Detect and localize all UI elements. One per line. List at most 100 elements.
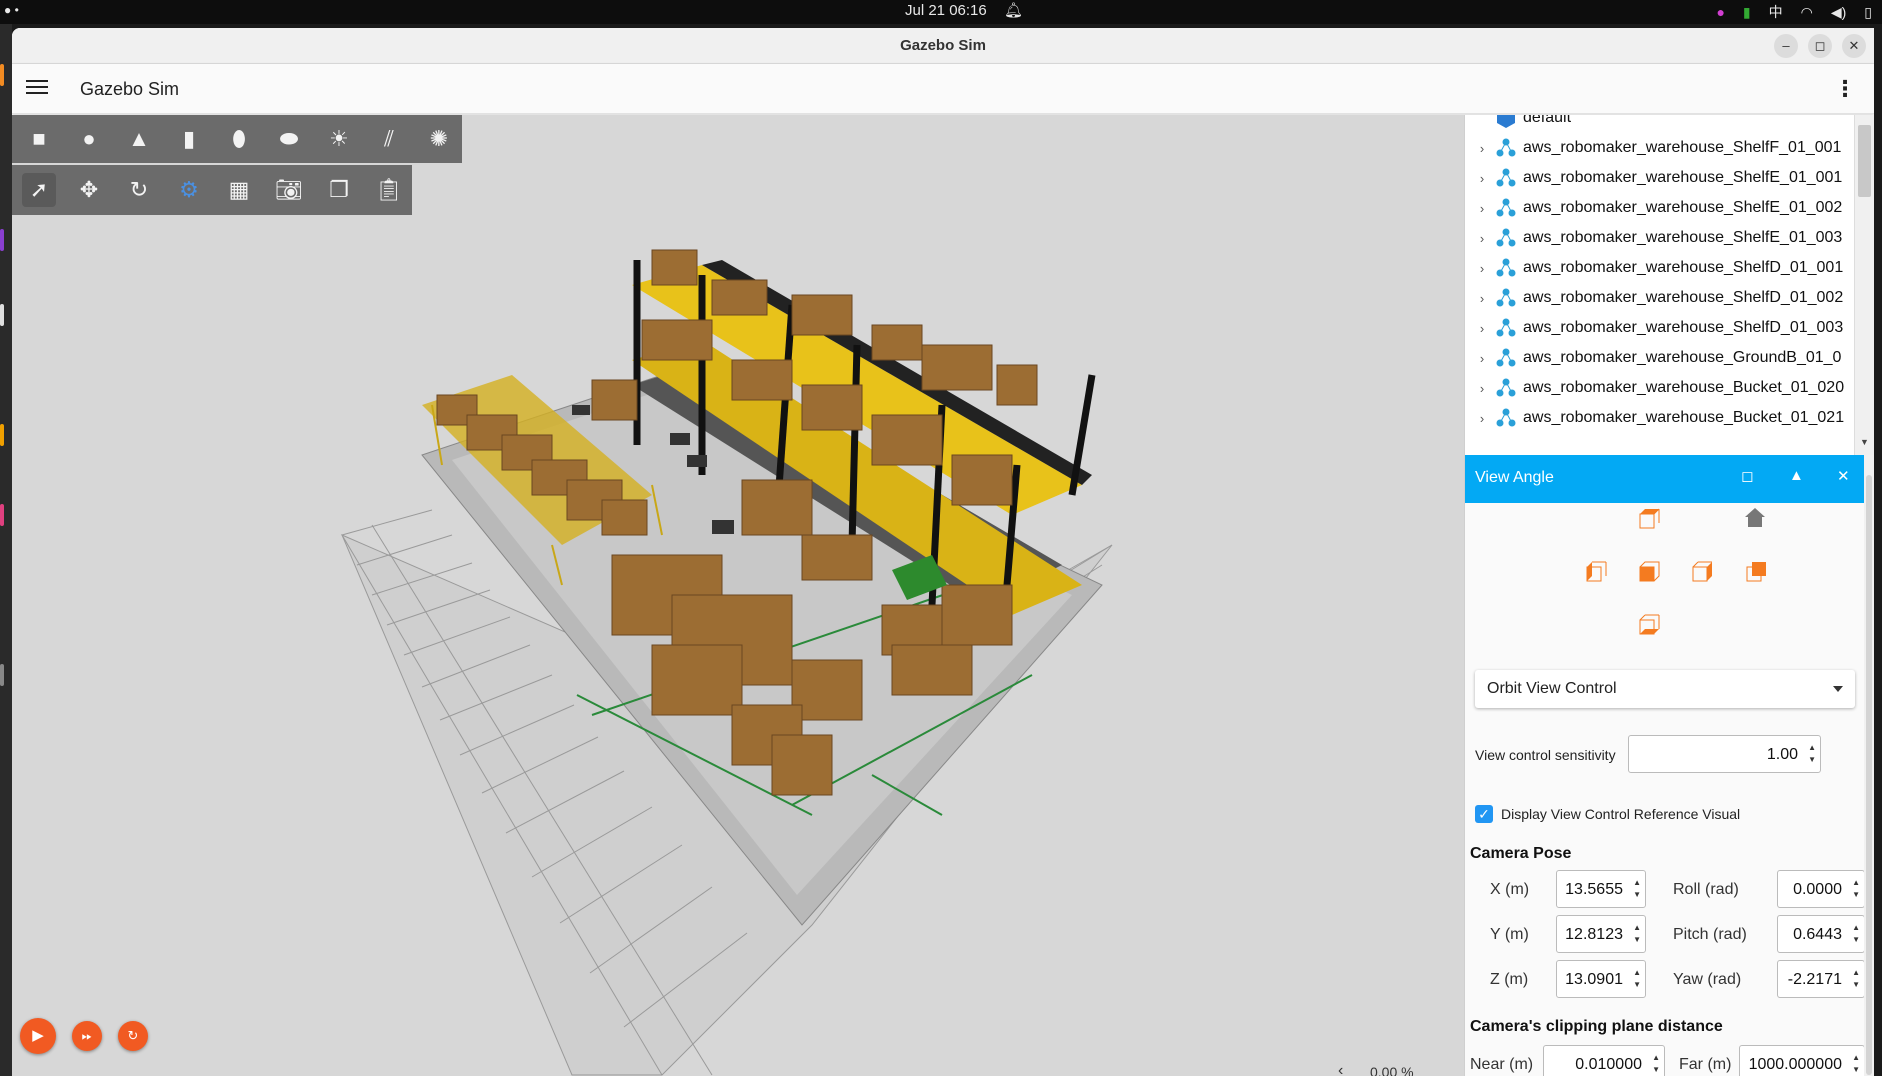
y-input[interactable]: 12.8123 ▲ ▼ bbox=[1556, 915, 1646, 953]
tree-item[interactable]: › aws_robomaker_warehouse_ShelfD_01_001 bbox=[1465, 253, 1843, 283]
tree-item[interactable]: › aws_robomaker_warehouse_ShelfD_01_002 bbox=[1465, 283, 1843, 313]
spin-arrows-icon[interactable]: ▲ ▼ bbox=[1808, 742, 1816, 766]
window-titlebar[interactable]: Gazebo Sim – ◻ ✕ bbox=[12, 28, 1874, 64]
play-button[interactable]: ▶ bbox=[20, 1018, 56, 1054]
sensitivity-value: 1.00 bbox=[1766, 746, 1798, 763]
ellipsoid-icon[interactable]: ⬬ bbox=[272, 122, 306, 156]
hamburger-menu-icon[interactable] bbox=[26, 76, 48, 98]
select-arrow-icon[interactable]: ➚ bbox=[22, 173, 56, 207]
tree-item[interactable]: › aws_robomaker_warehouse_ShelfF_01_001 bbox=[1465, 133, 1841, 163]
reset-button[interactable]: ↻ bbox=[118, 1021, 148, 1051]
collapse-panel-icon[interactable]: ▲ bbox=[1789, 467, 1804, 484]
app-indicator-icon[interactable]: ● bbox=[1716, 4, 1724, 20]
rotate-icon[interactable]: ↻ bbox=[122, 173, 156, 207]
entity-tree[interactable]: default › aws_robomaker_warehouse_ShelfF_0… bbox=[1465, 115, 1874, 455]
expand-chevron-icon[interactable]: › bbox=[1473, 411, 1491, 426]
tree-item[interactable]: › aws_robomaker_warehouse_ShelfE_01_003 bbox=[1465, 223, 1842, 253]
tree-item[interactable]: default bbox=[1465, 115, 1571, 133]
pitch-label: Pitch (rad) bbox=[1673, 926, 1747, 943]
z-input[interactable]: 13.0901 ▲ ▼ bbox=[1556, 960, 1646, 998]
volume-icon[interactable]: ◀) bbox=[1831, 4, 1846, 21]
more-options-icon[interactable]: ⋮ bbox=[1834, 76, 1856, 102]
expand-chevron-icon[interactable]: › bbox=[1473, 351, 1491, 366]
system-tray[interactable]: ● ▮ 中 ◠ ◀) ▯ bbox=[1716, 2, 1872, 22]
screenshot-icon[interactable]: 📷︎ bbox=[272, 173, 306, 207]
sphere-icon[interactable]: ● bbox=[72, 122, 106, 156]
view-right-icon[interactable] bbox=[1688, 558, 1714, 584]
directional-light-icon[interactable]: ⫽ bbox=[372, 122, 406, 156]
dock-app-indicator[interactable] bbox=[0, 664, 4, 686]
expand-chevron-icon[interactable]: › bbox=[1473, 321, 1491, 336]
system-clock[interactable]: Jul 21 06:16 bbox=[905, 2, 987, 19]
cone-icon[interactable]: ▲ bbox=[122, 122, 156, 156]
panel-scrollbar[interactable] bbox=[1864, 455, 1874, 1076]
reference-visual-checkbox[interactable]: ✓ bbox=[1475, 805, 1493, 823]
notification-icon[interactable]: 🔔︎ bbox=[1004, 1, 1023, 19]
input-method[interactable]: 中 bbox=[1769, 2, 1783, 22]
far-input[interactable]: 1000.000000 ▲ ▼ bbox=[1739, 1045, 1865, 1076]
entity-tree-scrollbar[interactable]: ▼ bbox=[1854, 115, 1874, 455]
transform-icon[interactable]: ⚙ bbox=[172, 173, 206, 207]
pitch-input[interactable]: 0.6443 ▲ ▼ bbox=[1777, 915, 1865, 953]
view-control-dropdown[interactable]: Orbit View Control bbox=[1475, 670, 1855, 708]
minimize-button[interactable]: – bbox=[1774, 34, 1798, 58]
near-input[interactable]: 0.010000 ▲ ▼ bbox=[1543, 1045, 1665, 1076]
tree-item[interactable]: › aws_robomaker_warehouse_Bucket_01_020 bbox=[1465, 373, 1844, 403]
expand-chevron-icon[interactable]: › bbox=[1473, 261, 1491, 276]
step-button[interactable]: ⏩︎ bbox=[72, 1021, 102, 1051]
tree-item[interactable]: › aws_robomaker_warehouse_GroundB_01_0 bbox=[1465, 343, 1841, 373]
dock-app-indicator[interactable] bbox=[0, 304, 4, 326]
model-icon bbox=[1496, 348, 1516, 367]
expand-chevron-icon[interactable]: › bbox=[1473, 291, 1491, 306]
view-angle-header[interactable]: View Angle ◻ ▲ ✕ bbox=[1465, 455, 1865, 503]
sun-light-icon[interactable]: ☀ bbox=[322, 122, 356, 156]
dock-app-indicator[interactable] bbox=[0, 64, 4, 86]
tree-item[interactable]: › aws_robomaker_warehouse_ShelfE_01_001 bbox=[1465, 163, 1842, 193]
translate-icon[interactable]: ✥ bbox=[72, 173, 106, 207]
close-button[interactable]: ✕ bbox=[1842, 34, 1866, 58]
spot-light-icon[interactable]: ✺ bbox=[422, 122, 456, 156]
tree-item[interactable]: › aws_robomaker_warehouse_ShelfD_01_003 bbox=[1465, 313, 1843, 343]
dock-app-indicator[interactable] bbox=[0, 229, 4, 251]
roll-value: 0.0000 bbox=[1793, 881, 1842, 898]
yaw-input[interactable]: -2.2171 ▲ ▼ bbox=[1777, 960, 1865, 998]
grid-icon[interactable]: ▦ bbox=[222, 173, 256, 207]
near-value: 0.010000 bbox=[1575, 1056, 1642, 1073]
expand-chevron-icon[interactable]: › bbox=[1473, 381, 1491, 396]
gazebo-window: Gazebo Sim – ◻ ✕ Gazebo Sim ⋮ ■ ● ▲ ▮ ⬮ … bbox=[12, 28, 1874, 1076]
battery-icon[interactable]: ▯ bbox=[1864, 4, 1872, 21]
x-input[interactable]: 13.5655 ▲ ▼ bbox=[1556, 870, 1646, 908]
cylinder-icon[interactable]: ▮ bbox=[172, 122, 206, 156]
view-front-icon[interactable] bbox=[1635, 558, 1661, 584]
close-panel-icon[interactable]: ✕ bbox=[1837, 467, 1850, 485]
signal-icon[interactable]: ▮ bbox=[1743, 4, 1751, 21]
tree-item[interactable]: › aws_robomaker_warehouse_Bucket_01_021 bbox=[1465, 403, 1844, 433]
scene-3d-viewport[interactable]: ■ ● ▲ ▮ ⬮ ⬬ ☀ ⫽ ✺ ➚ ✥ ↻ ⚙ ▦ 📷︎ ❐ 📋︎ ▶ ⏩︎… bbox=[12, 115, 1464, 1076]
roll-input[interactable]: 0.0000 ▲ ▼ bbox=[1777, 870, 1865, 908]
scroll-down-icon[interactable]: ▼ bbox=[1860, 437, 1869, 447]
capsule-icon[interactable]: ⬮ bbox=[222, 122, 256, 156]
home-view-icon[interactable] bbox=[1742, 505, 1768, 531]
wifi-icon[interactable]: ◠ bbox=[1801, 4, 1813, 21]
view-left-icon[interactable] bbox=[1582, 558, 1608, 584]
view-top-icon[interactable] bbox=[1635, 505, 1661, 531]
expand-chevron-icon[interactable]: › bbox=[1473, 201, 1491, 216]
workspace-indicator[interactable]: ● • bbox=[4, 3, 19, 17]
float-panel-icon[interactable]: ◻ bbox=[1741, 467, 1753, 485]
collapse-stats-icon[interactable]: ‹ bbox=[1338, 1062, 1343, 1076]
tree-item[interactable]: › aws_robomaker_warehouse_ShelfE_01_002 bbox=[1465, 193, 1842, 223]
maximize-button[interactable]: ◻ bbox=[1808, 34, 1832, 58]
dock-app-indicator[interactable] bbox=[0, 504, 4, 526]
model-icon bbox=[1496, 288, 1516, 307]
copy-icon[interactable]: ❐ bbox=[322, 173, 356, 207]
view-back-icon[interactable] bbox=[1742, 558, 1768, 584]
expand-chevron-icon[interactable]: › bbox=[1473, 231, 1491, 246]
tree-item-label: aws_robomaker_warehouse_ShelfD_01_003 bbox=[1523, 319, 1844, 336]
expand-chevron-icon[interactable]: › bbox=[1473, 141, 1491, 156]
dock-app-indicator[interactable] bbox=[0, 424, 4, 446]
view-bottom-icon[interactable] bbox=[1635, 611, 1661, 637]
expand-chevron-icon[interactable]: › bbox=[1473, 171, 1491, 186]
sensitivity-input[interactable]: 1.00 ▲ ▼ bbox=[1628, 735, 1821, 773]
box-icon[interactable]: ■ bbox=[22, 122, 56, 156]
paste-icon[interactable]: 📋︎ bbox=[372, 173, 406, 207]
